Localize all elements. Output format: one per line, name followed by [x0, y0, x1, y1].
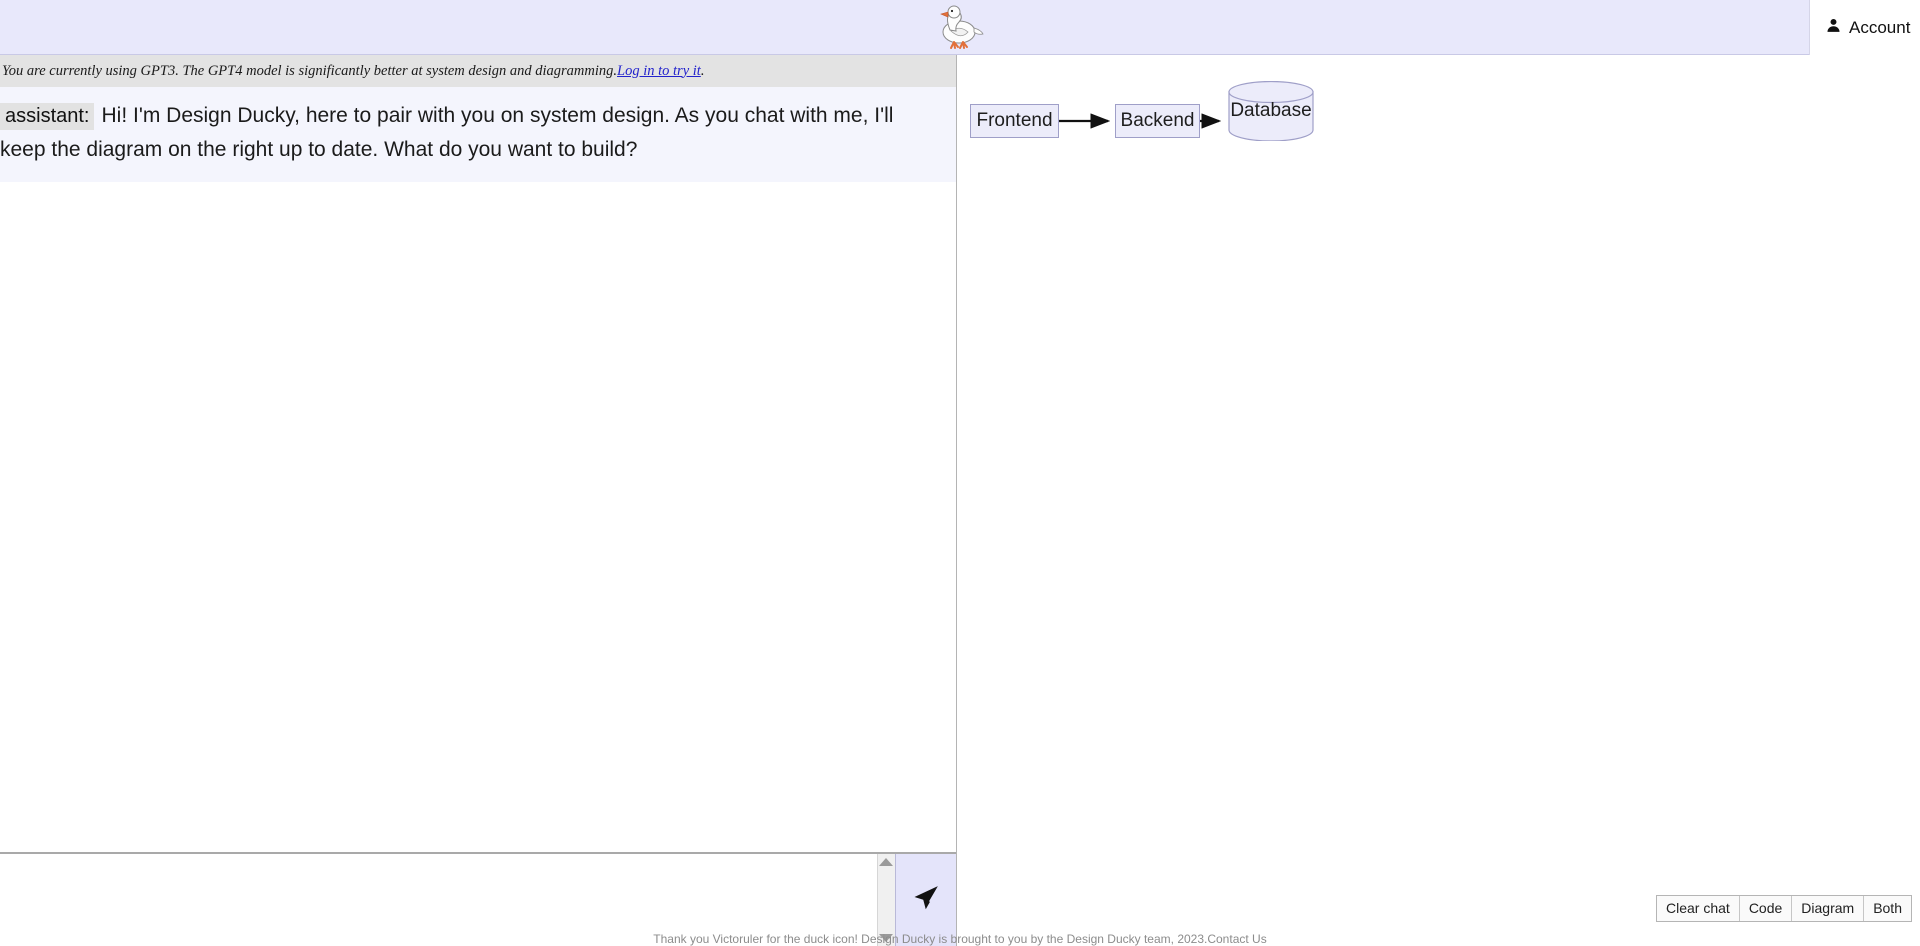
diagram-node-database[interactable]: Database: [1226, 81, 1316, 141]
notice-text-suffix: .: [701, 63, 705, 80]
message-list[interactable]: assistant:Hi! I'm Design Ducky, here to …: [0, 87, 956, 889]
diagram-node-backend[interactable]: Backend: [1115, 104, 1200, 138]
footer: Thank you Victoruler for the duck icon! …: [0, 932, 1920, 946]
diagram-node-label-wrap: Database: [1226, 81, 1316, 141]
message-content: assistant:Hi! I'm Design Ducky, here to …: [0, 99, 956, 166]
login-link[interactable]: Log in to try it: [617, 63, 701, 80]
contact-us-link[interactable]: Contact Us: [1207, 932, 1266, 946]
send-paper-plane-icon: [911, 883, 941, 918]
top-bar: Account: [0, 0, 1920, 55]
diagram-node-label: Backend: [1121, 110, 1195, 132]
list-item: assistant:Hi! I'm Design Ducky, here to …: [0, 87, 956, 182]
notice-text: You are currently using GPT3. The GPT4 m…: [2, 63, 617, 80]
footer-text: Thank you Victoruler for the duck icon! …: [653, 932, 1207, 946]
duck-icon[interactable]: [933, 1, 987, 53]
view-mode-controls: Clear chat Code Diagram Both: [1656, 895, 1912, 922]
both-view-button[interactable]: Both: [1864, 896, 1911, 921]
message-text: Hi! I'm Design Ducky, here to pair with …: [0, 104, 893, 161]
account-label: Account: [1849, 19, 1910, 36]
diagram-pane: Frontend Backend Database Clear chat Cod…: [958, 55, 1920, 946]
diagram-node-frontend[interactable]: Frontend: [970, 104, 1059, 138]
diagram-node-label: Database: [1230, 100, 1311, 122]
diagram-node-label: Frontend: [976, 110, 1052, 132]
message-role-label: assistant:: [0, 103, 94, 130]
scroll-up-arrow-icon[interactable]: [879, 858, 893, 866]
clear-chat-button[interactable]: Clear chat: [1657, 896, 1740, 921]
person-icon: [1825, 17, 1842, 39]
account-menu-button[interactable]: Account: [1809, 0, 1920, 55]
code-view-button[interactable]: Code: [1740, 896, 1792, 921]
diagram-canvas[interactable]: Frontend Backend Database: [958, 55, 1920, 895]
diagram-edges: [958, 55, 1920, 895]
diagram-view-button[interactable]: Diagram: [1792, 896, 1864, 921]
chat-pane: You are currently using GPT3. The GPT4 m…: [0, 55, 957, 946]
gpt-model-notice-banner: You are currently using GPT3. The GPT4 m…: [0, 55, 956, 87]
